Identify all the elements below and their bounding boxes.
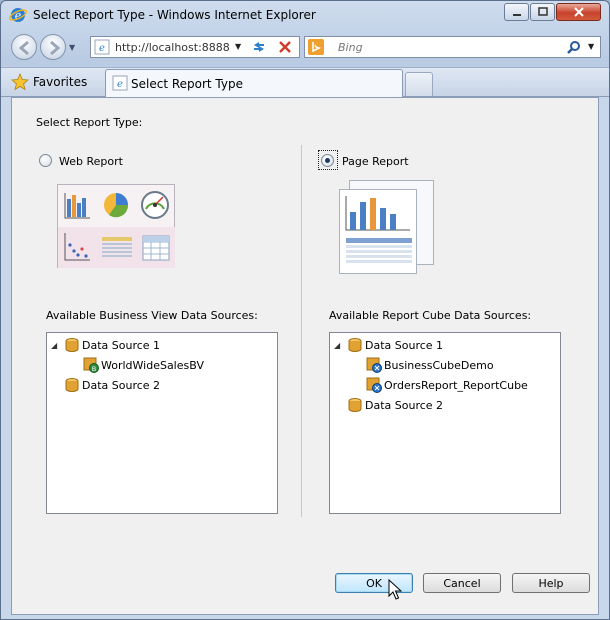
search-box[interactable]: Bing ▼: [304, 36, 601, 58]
tree-item-label: Data Source 1: [82, 338, 161, 352]
web-report-radio[interactable]: [39, 154, 52, 167]
help-button[interactable]: Help: [512, 573, 590, 593]
collapse-triangle-icon[interactable]: ◢: [51, 341, 61, 350]
business-view-icon: B: [83, 357, 99, 373]
svg-text:B: B: [92, 365, 96, 373]
tree-item-label: WorldWideSalesBV: [101, 358, 204, 372]
table-icon: [102, 237, 132, 257]
data-source-icon: [65, 378, 79, 392]
business-view-tree[interactable]: ◢ Data Source 1 B WorldWideSalesBV Data …: [46, 332, 278, 514]
page-report-radio[interactable]: [321, 154, 334, 167]
tab-bar: Favorites e Select Report Type: [1, 67, 609, 97]
table-thumb: [97, 227, 136, 268]
tab-ie-icon: e: [112, 75, 128, 91]
new-tab-button[interactable]: [405, 72, 433, 96]
page-ie-icon: e: [94, 39, 110, 55]
web-report-label[interactable]: Web Report: [59, 155, 123, 168]
pie-chart-icon: [104, 193, 129, 218]
favorites-label: Favorites: [33, 75, 88, 89]
back-arrow-icon: [18, 40, 29, 56]
minimize-button[interactable]: [504, 3, 529, 21]
favorites-button[interactable]: Favorites: [11, 71, 97, 93]
data-source-icon: [348, 338, 362, 352]
svg-text:e: e: [99, 43, 105, 54]
title-bar: e Select Report Type - Windows Internet …: [1, 1, 609, 29]
tree-item-label: OrdersReport_ReportCube: [384, 378, 528, 392]
dialog-content: Select Report Type: Web Report Page Repo…: [11, 97, 599, 615]
browser-window: e Select Report Type - Windows Internet …: [0, 0, 610, 620]
stop-icon: [279, 41, 291, 53]
pie-chart-thumb: [97, 185, 136, 226]
search-placeholder: Bing: [338, 41, 363, 54]
tree-item-label: Data Source 1: [365, 338, 444, 352]
collapse-triangle-icon[interactable]: ◢: [334, 341, 344, 350]
gauge-icon: [141, 191, 169, 219]
forward-button[interactable]: [40, 34, 66, 60]
window-title: Select Report Type - Windows Internet Ex…: [33, 8, 316, 22]
data-source-icon: [348, 398, 362, 412]
bar-chart-icon: [64, 193, 90, 219]
tree-item[interactable]: Data Source 2: [64, 376, 160, 394]
back-button[interactable]: [11, 34, 37, 60]
maximize-button[interactable]: [530, 3, 555, 21]
address-url[interactable]: http://localhost:8888/: [115, 41, 230, 54]
tree-item[interactable]: Data Source 2: [347, 396, 443, 414]
close-icon: [573, 7, 584, 17]
crosstab-thumb: [136, 227, 175, 268]
web-report-thumbnail: [57, 184, 175, 268]
mouse-cursor-icon: [388, 579, 402, 600]
page-report-thumbnail: [339, 189, 417, 274]
data-source-icon: [65, 338, 79, 352]
refresh-icon: [254, 42, 264, 52]
tree-item[interactable]: ◢ Data Source 1: [334, 336, 443, 354]
report-cube-sources-label: Available Report Cube Data Sources:: [329, 309, 532, 322]
navigation-bar: ▼ e http://localhost:8888/ ▼ Bing ▼: [1, 31, 609, 65]
favorites-star-icon: [11, 73, 29, 91]
stop-button[interactable]: [274, 36, 296, 58]
page-report-icon: [345, 196, 412, 263]
tree-item-label: BusinessCubeDemo: [384, 358, 494, 372]
tree-item-label: Data Source 2: [365, 398, 444, 412]
maximize-icon: [537, 7, 548, 16]
tree-item[interactable]: OrdersReport_ReportCube: [366, 376, 528, 394]
tree-item-label: Data Source 2: [82, 378, 161, 392]
bar-chart-thumb: [58, 185, 97, 226]
ie-logo-icon: e: [9, 8, 27, 22]
bing-logo-icon: [308, 39, 324, 55]
address-dropdown-icon[interactable]: ▼: [235, 42, 241, 51]
minimize-icon: [512, 14, 521, 16]
business-view-sources-label: Available Business View Data Sources:: [46, 309, 258, 322]
column-divider: [301, 145, 302, 517]
crosstab-icon: [142, 235, 170, 261]
tree-item[interactable]: ◢ Data Source 1: [51, 336, 160, 354]
report-cube-icon: [366, 377, 382, 393]
forward-arrow-icon: [50, 40, 61, 56]
scatter-thumb: [58, 227, 97, 268]
svg-text:e: e: [117, 79, 123, 90]
tree-item[interactable]: B WorldWideSalesBV: [83, 356, 204, 374]
report-cube-tree[interactable]: ◢ Data Source 1 BusinessCubeDemo OrdersR…: [329, 332, 561, 514]
scatter-chart-icon: [64, 233, 90, 261]
tree-item[interactable]: BusinessCubeDemo: [366, 356, 494, 374]
page-report-label[interactable]: Page Report: [342, 155, 409, 168]
dialog-heading: Select Report Type:: [36, 116, 143, 129]
report-cube-icon: [366, 357, 382, 373]
tab-label: Select Report Type: [131, 77, 243, 91]
search-icon[interactable]: [567, 40, 581, 54]
cancel-button[interactable]: Cancel: [423, 573, 501, 593]
history-dropdown-icon[interactable]: ▼: [69, 43, 75, 52]
close-button[interactable]: [556, 3, 601, 21]
refresh-button[interactable]: [248, 36, 270, 58]
gauge-thumb: [136, 185, 175, 226]
search-dropdown-icon[interactable]: ▼: [588, 42, 594, 51]
tab-select-report-type[interactable]: e Select Report Type: [105, 69, 403, 97]
